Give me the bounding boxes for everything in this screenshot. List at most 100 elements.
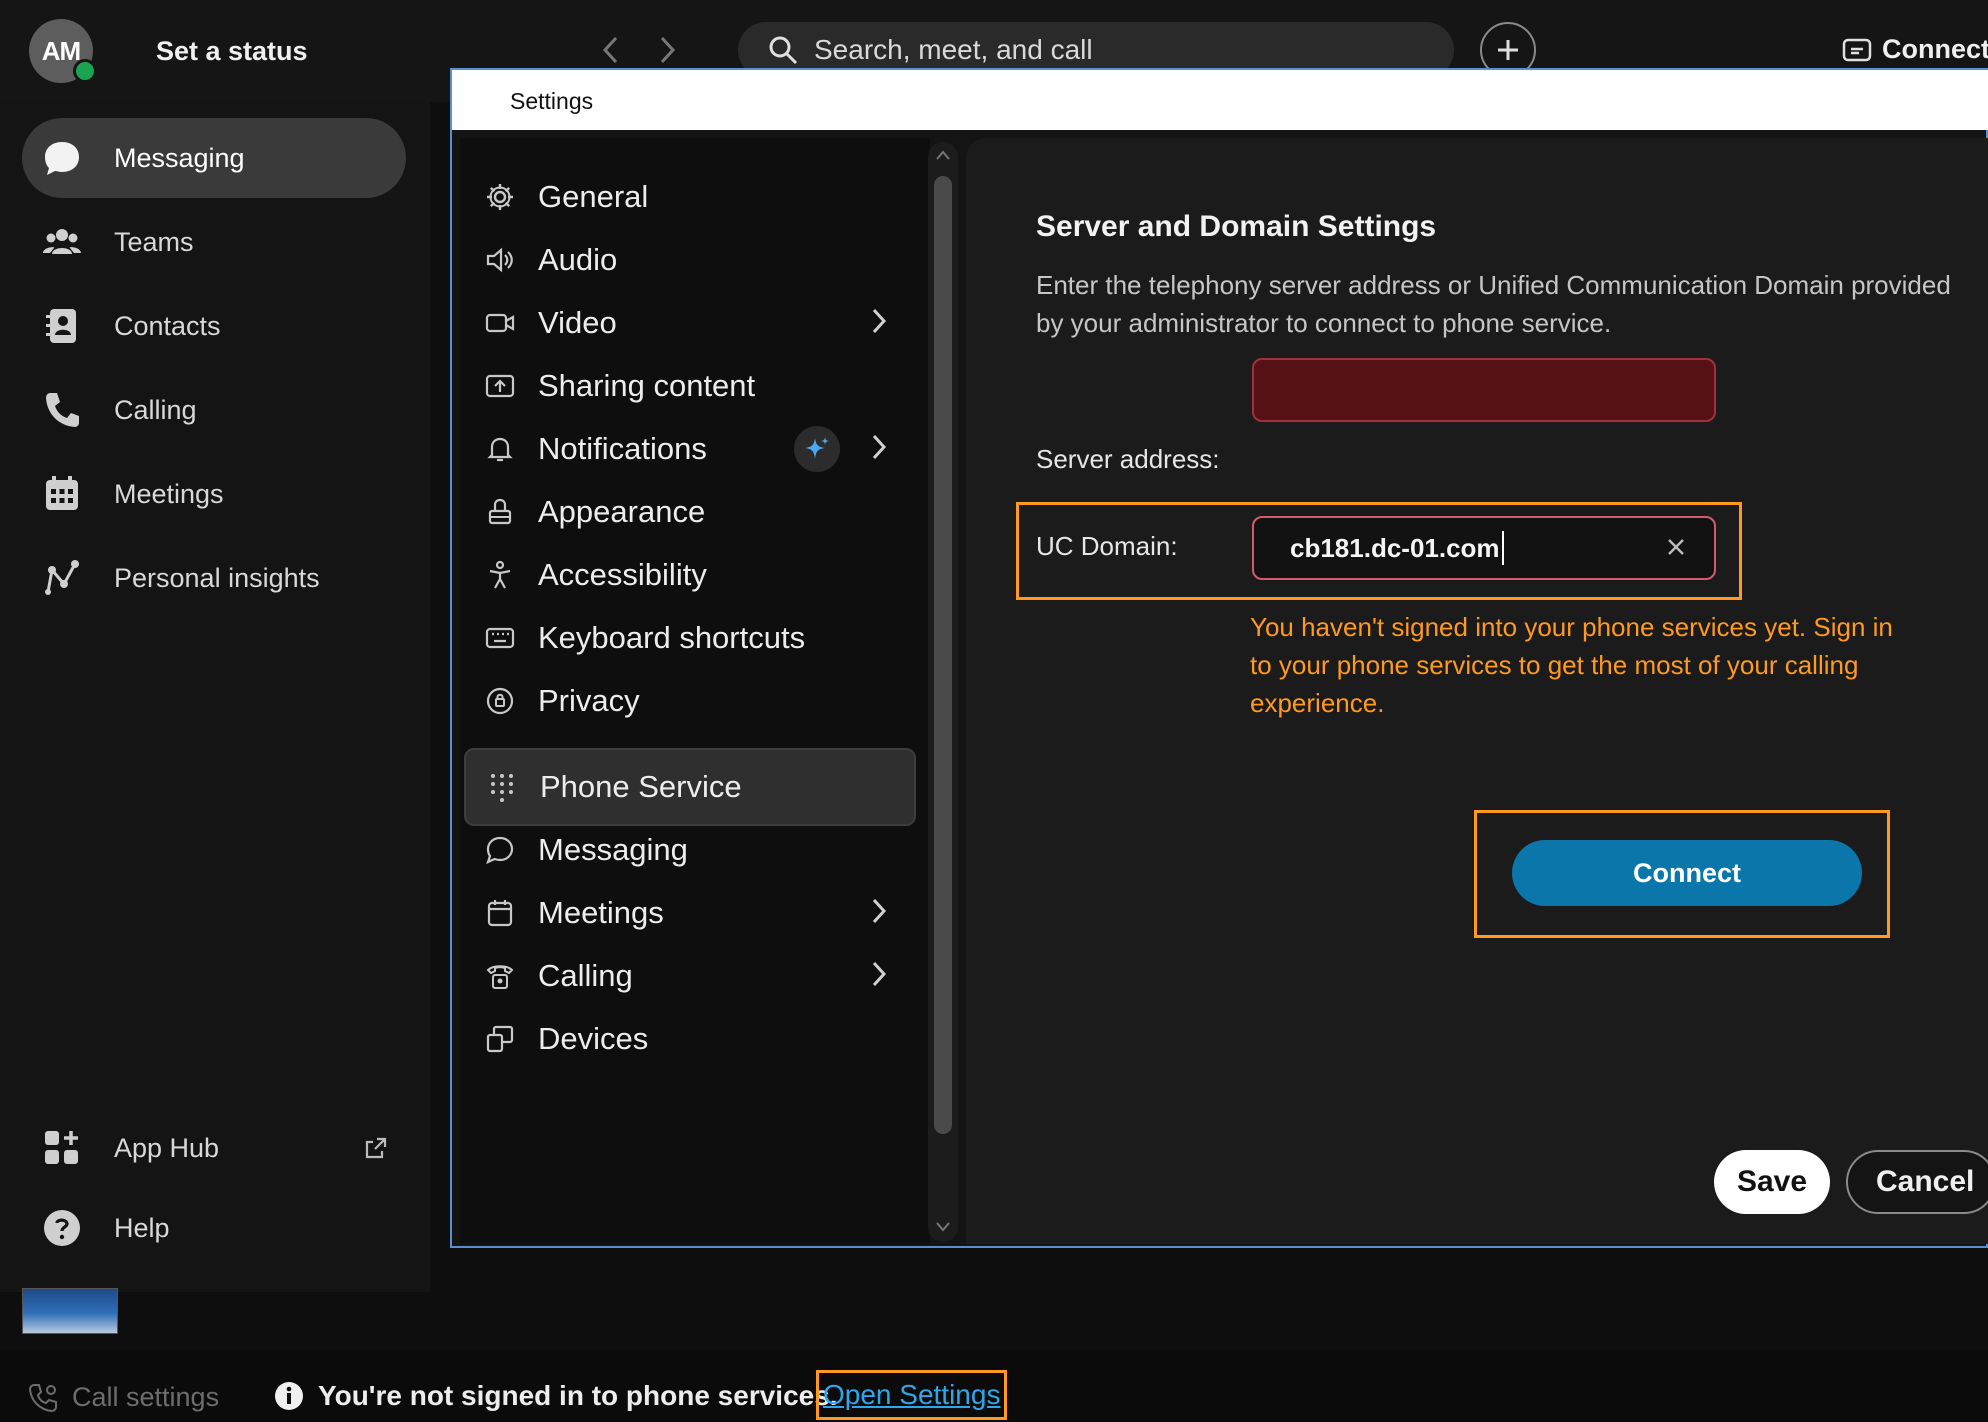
- settings-dialog: Settings General Audio Video Sharing con…: [450, 68, 1988, 1248]
- notice-text: You're not signed in to phone services.: [318, 1380, 838, 1411]
- bell-icon: [482, 431, 518, 467]
- sidebar-item-meetings[interactable]: Meetings: [22, 454, 406, 534]
- connect-button[interactable]: Connect: [1512, 840, 1862, 906]
- menu-item-label: Keyboard shortcuts: [538, 620, 806, 655]
- text-cursor: [1501, 531, 1504, 565]
- sidebar-item-label: App Hub: [114, 1132, 220, 1163]
- chat-bubble-icon: [482, 832, 518, 868]
- uc-domain-value: cb181.dc-01.com: [1290, 532, 1500, 563]
- phone-icon: [40, 388, 84, 432]
- privacy-icon: [482, 683, 518, 719]
- menu-item-label: Appearance: [538, 494, 706, 529]
- sidebar-item-label: Personal insights: [114, 562, 320, 593]
- menu-item-label: Sharing content: [538, 368, 756, 403]
- menu-item-label: Devices: [538, 1021, 649, 1056]
- settings-menu: General Audio Video Sharing content Noti…: [460, 138, 930, 1244]
- menu-item-privacy[interactable]: Privacy: [464, 662, 916, 740]
- people-icon: [40, 220, 84, 264]
- sidebar-item-teams[interactable]: Teams: [22, 202, 406, 282]
- settings-content-panel: Server and Domain Settings Enter the tel…: [966, 138, 1988, 1244]
- calendar-icon: [482, 895, 518, 931]
- server-address-input[interactable]: [1252, 358, 1716, 422]
- presence-indicator: [73, 59, 97, 83]
- server-address-label: Server address:: [1036, 444, 1220, 474]
- video-camera-icon: [482, 305, 518, 341]
- insights-icon: [40, 556, 84, 600]
- uc-domain-input[interactable]: cb181.dc-01.com: [1252, 516, 1716, 580]
- chat-bubble-icon: [40, 136, 84, 180]
- menu-item-label: Accessibility: [538, 557, 707, 592]
- connect-top-label: Connect: [1882, 34, 1988, 64]
- phone-settings-icon: [28, 1383, 58, 1413]
- call-settings-button[interactable]: Call settings: [28, 1382, 219, 1413]
- sidebar-item-label: Contacts: [114, 310, 221, 341]
- clear-icon[interactable]: [1664, 535, 1688, 559]
- speaker-icon: [482, 242, 518, 278]
- paint-bucket-icon: [482, 494, 518, 530]
- contact-book-icon: [40, 304, 84, 348]
- menu-item-label: Messaging: [538, 832, 688, 867]
- section-description: Enter the telephony server address or Un…: [1036, 270, 1951, 338]
- menu-item-devices[interactable]: Devices: [464, 1000, 916, 1078]
- connect-top-button[interactable]: Connect: [1842, 34, 1988, 65]
- call-settings-label: Call settings: [72, 1382, 220, 1412]
- sidebar-item-app-hub[interactable]: App Hub: [22, 1108, 406, 1188]
- sidebar-item-calling[interactable]: Calling: [22, 370, 406, 450]
- menu-item-label: Calling: [538, 958, 633, 993]
- chevron-right-icon: [870, 306, 888, 336]
- scrollbar-thumb[interactable]: [934, 176, 952, 1134]
- forward-arrow-icon[interactable]: [652, 32, 682, 68]
- sign-in-warning: You haven't signed into your phone servi…: [1250, 612, 1893, 718]
- search-placeholder: Search, meet, and call: [814, 34, 1093, 65]
- desk-phone-icon: [482, 958, 518, 994]
- background-thumbnail[interactable]: [22, 1288, 118, 1334]
- dialpad-icon: [484, 769, 520, 805]
- menu-scrollbar[interactable]: [928, 142, 958, 1242]
- menu-item-label: Video: [538, 305, 617, 340]
- sidebar-item-label: Meetings: [114, 478, 224, 509]
- display-connect-icon: [1842, 37, 1872, 63]
- back-arrow-icon[interactable]: [596, 32, 626, 68]
- sparkle-icon: [794, 426, 840, 472]
- scroll-down-icon[interactable]: [935, 1220, 951, 1234]
- sidebar: Messaging Teams Contacts Calling Meeting…: [0, 102, 430, 1292]
- sidebar-item-contacts[interactable]: Contacts: [22, 286, 406, 366]
- section-heading: Server and Domain Settings: [1036, 210, 1437, 243]
- menu-item-label: Notifications: [538, 431, 707, 466]
- menu-item-label: Meetings: [538, 895, 664, 930]
- set-status-button[interactable]: Set a status: [156, 36, 308, 67]
- calendar-icon: [40, 472, 84, 516]
- info-icon: [274, 1381, 304, 1411]
- scroll-up-icon[interactable]: [935, 148, 951, 162]
- accessibility-icon: [482, 557, 518, 593]
- sidebar-item-label: Teams: [114, 226, 194, 257]
- sidebar-item-label: Calling: [114, 394, 197, 425]
- search-icon: [768, 35, 798, 65]
- keyboard-icon: [482, 620, 518, 656]
- chevron-right-icon: [870, 432, 888, 462]
- devices-icon: [482, 1021, 518, 1057]
- chevron-right-icon: [870, 896, 888, 926]
- sidebar-item-personal-insights[interactable]: Personal insights: [22, 538, 406, 618]
- phone-service-notice: You're not signed in to phone services.: [274, 1380, 838, 1412]
- sidebar-item-label: Help: [114, 1212, 170, 1243]
- menu-item-label: General: [538, 179, 649, 214]
- dialog-title: Settings: [452, 70, 1988, 130]
- external-link-icon: [364, 1136, 388, 1160]
- sidebar-item-label: Messaging: [114, 142, 245, 173]
- uc-domain-label: UC Domain:: [1036, 531, 1178, 561]
- share-screen-icon: [482, 368, 518, 404]
- cancel-button[interactable]: Cancel: [1846, 1150, 1988, 1214]
- plus-icon: [1495, 37, 1521, 63]
- menu-item-label: Privacy: [538, 683, 640, 718]
- menu-item-label: Phone Service: [540, 769, 742, 804]
- chevron-right-icon: [870, 959, 888, 989]
- help-icon: [40, 1206, 84, 1250]
- open-settings-link[interactable]: Open Settings: [816, 1370, 1008, 1420]
- menu-item-label: Audio: [538, 242, 618, 277]
- save-button[interactable]: Save: [1714, 1150, 1830, 1214]
- app-hub-icon: [40, 1126, 84, 1170]
- sidebar-item-help[interactable]: Help: [22, 1188, 406, 1268]
- gear-icon: [482, 179, 518, 215]
- sidebar-item-messaging[interactable]: Messaging: [22, 118, 406, 198]
